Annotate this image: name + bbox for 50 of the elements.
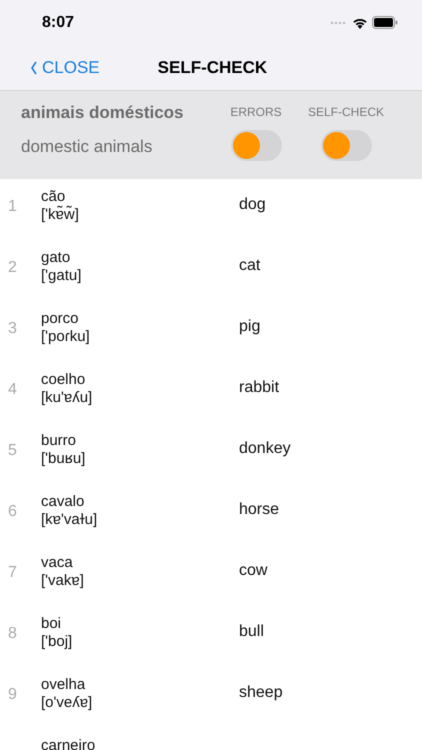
transcription-text: ['gatu] — [41, 267, 82, 285]
translation-text: bull — [239, 622, 264, 641]
topic-subtitle: domestic animals — [21, 137, 154, 157]
screen-title: SELF-CHECK — [158, 58, 268, 78]
row-number: 1 — [7, 197, 18, 216]
translation-text: cat — [239, 256, 260, 275]
row-number: 3 — [7, 319, 18, 338]
transcription-text: [kɐ'vaɫu] — [41, 511, 98, 529]
toggle-switch[interactable] — [320, 130, 372, 161]
close-button[interactable]: CLOSE — [30, 58, 100, 78]
transcription-text: ['buʁu] — [41, 450, 86, 468]
word-text: carneiro — [41, 737, 96, 750]
word-text: cavalo — [41, 493, 84, 511]
word-text: porco — [41, 310, 79, 328]
word-text: ovelha — [41, 676, 86, 694]
row-number: 5 — [7, 441, 18, 460]
row-number: 2 — [7, 258, 18, 277]
translation-text: dog — [239, 195, 266, 214]
battery-icon — [372, 16, 398, 29]
transcription-text: ['kɐ̃w̃] — [41, 206, 79, 224]
translation-text: donkey — [239, 439, 291, 458]
translation-text: rabbit — [239, 378, 280, 397]
transcription-text: [ku'ɐʎu] — [41, 389, 92, 407]
chevron-left-icon — [30, 60, 38, 76]
status-time: 8:07 — [42, 14, 74, 32]
word-text: burro — [41, 432, 76, 450]
signal-icon — [330, 20, 348, 24]
row-number: 8 — [7, 624, 18, 643]
word-text: boi — [41, 615, 62, 633]
wifi-icon — [352, 16, 368, 28]
translation-text: horse — [239, 500, 280, 519]
row-number: 7 — [7, 563, 18, 582]
topic-title: animais domésticos — [21, 103, 185, 123]
transcription-text: ['vakɐ] — [41, 572, 84, 590]
translation-text: pig — [239, 317, 260, 336]
transcription-text: ['poɾku] — [41, 328, 90, 346]
row-number: 4 — [7, 380, 18, 399]
row-number: 9 — [7, 685, 18, 704]
switch-label: SELF-CHECK — [308, 104, 384, 119]
translation-text: cow — [239, 561, 268, 580]
translation-text: sheep — [239, 683, 283, 702]
row-number: 6 — [7, 502, 18, 521]
toggle-switch[interactable] — [230, 130, 282, 161]
word-text: coelho — [41, 371, 86, 389]
word-text: gato — [41, 249, 70, 267]
word-text: cão — [41, 188, 66, 206]
word-text: vaca — [41, 554, 73, 572]
switch-label: ERRORS — [230, 104, 282, 119]
transcription-text: [o'veʎɐ] — [41, 694, 92, 712]
transcription-text: ['boj] — [41, 633, 72, 651]
